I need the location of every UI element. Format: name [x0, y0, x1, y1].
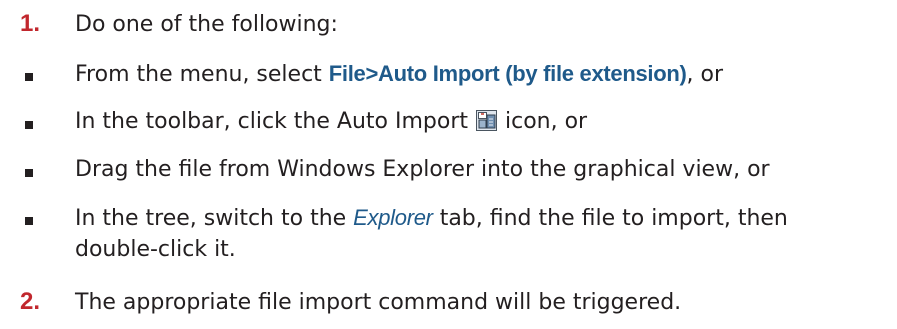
menu-path: File>Auto Import (by file extension) — [328, 61, 687, 86]
bullet-item-tree: In the tree, switch to the Explorer tab,… — [0, 198, 897, 268]
step-1: 1. Do one of the following: — [0, 4, 897, 44]
bullet-prefix: In the tree, switch to the — [75, 206, 354, 231]
bullet-item-toolbar: In the toolbar, click the Auto Import ic… — [0, 102, 897, 140]
bullet-item-menu: From the menu, select File>Auto Import (… — [0, 54, 897, 92]
bullet-suffix: , or — [686, 62, 724, 87]
step-number: 2. — [20, 288, 41, 315]
bullet-marker — [25, 217, 33, 225]
bullet-suffix: icon, or — [498, 109, 588, 134]
bullet-marker — [25, 73, 33, 81]
step-text: The appropriate file import command will… — [75, 289, 682, 315]
bullet-text: From the menu, select File>Auto Import (… — [75, 58, 875, 90]
bullet-marker — [25, 121, 33, 129]
bullet-prefix: In the toolbar, click the Auto Import — [75, 109, 475, 134]
bullet-marker — [25, 169, 33, 177]
auto-import-icon — [476, 110, 497, 131]
bullet-text: In the toolbar, click the Auto Import ic… — [75, 106, 875, 137]
step-number: 1. — [20, 10, 41, 37]
bullet-item-drag: Drag the file from Windows Explorer into… — [0, 150, 897, 188]
step-2: 2. The appropriate file import command w… — [0, 282, 897, 322]
step-text: Do one of the following: — [75, 11, 338, 37]
bullet-prefix: From the menu, select — [75, 62, 329, 87]
explorer-tab-name: Explorer — [353, 205, 433, 230]
bullet-text: Drag the file from Windows Explorer into… — [75, 157, 770, 182]
bullet-text: In the tree, switch to the Explorer tab,… — [75, 202, 875, 265]
